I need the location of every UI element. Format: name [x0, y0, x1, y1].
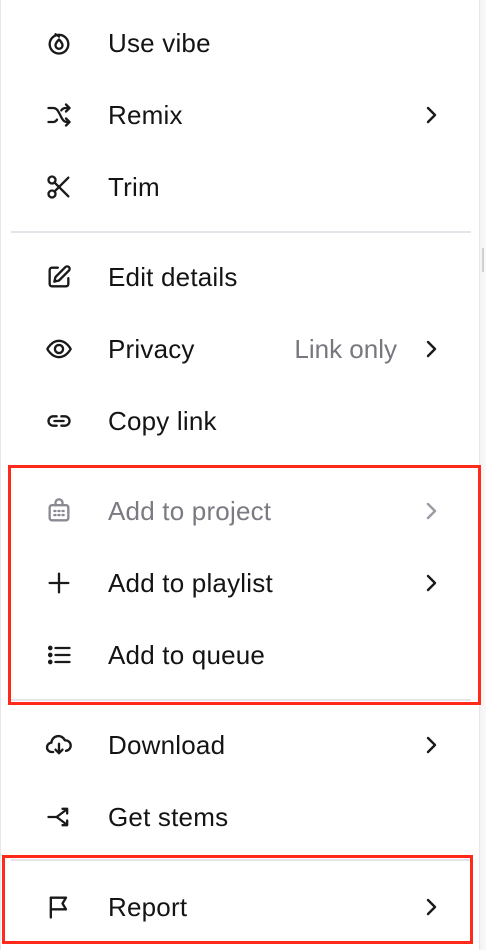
link-icon [41, 403, 77, 439]
menu-item-get-stems[interactable]: Get stems [1, 781, 479, 853]
project-icon [41, 493, 77, 529]
menu-item-report[interactable]: Report [1, 871, 479, 943]
menu-divider [11, 231, 471, 233]
vibe-icon [41, 25, 77, 61]
cloud-download-icon [41, 727, 77, 763]
menu-divider [11, 859, 471, 861]
menu-item-label: Trim [108, 171, 160, 202]
menu-item-trim[interactable]: Trim [1, 151, 479, 223]
page: Use vibe Remix Trim Edit details Privacy… [0, 0, 486, 950]
privacy-value: Link only [294, 333, 397, 364]
chevron-right-icon [419, 499, 443, 523]
menu-item-edit-details[interactable]: Edit details [1, 241, 479, 313]
menu-item-copy-link[interactable]: Copy link [1, 385, 479, 457]
menu-item-label: Report [108, 891, 188, 922]
plus-icon [41, 565, 77, 601]
menu-item-add-to-project[interactable]: Add to project [1, 475, 479, 547]
chevron-right-icon [419, 571, 443, 595]
chevron-right-icon [419, 337, 443, 361]
menu-item-label: Add to project [108, 495, 272, 526]
menu-item-label: Use vibe [108, 27, 211, 58]
menu-item-label: Privacy [108, 333, 195, 364]
scissors-icon [41, 169, 77, 205]
context-menu: Use vibe Remix Trim Edit details Privacy… [0, 0, 480, 950]
menu-item-download[interactable]: Download [1, 709, 479, 781]
menu-item-label: Add to queue [108, 639, 266, 670]
menu-item-use-vibe[interactable]: Use vibe [1, 7, 479, 79]
chevron-right-icon [419, 895, 443, 919]
menu-item-add-to-playlist[interactable]: Add to playlist [1, 547, 479, 619]
menu-divider [11, 465, 471, 467]
menu-item-label: Edit details [108, 261, 238, 292]
menu-item-remix[interactable]: Remix [1, 79, 479, 151]
split-icon [41, 799, 77, 835]
flag-icon [41, 889, 77, 925]
menu-divider [11, 699, 471, 701]
menu-item-add-to-queue[interactable]: Add to queue [1, 619, 479, 691]
menu-item-label: Get stems [108, 801, 229, 832]
shuffle-icon [41, 97, 77, 133]
menu-item-privacy[interactable]: Privacy Link only [1, 313, 479, 385]
pencil-square-icon [41, 259, 77, 295]
menu-item-label: Remix [108, 99, 183, 130]
edge-mark [482, 248, 484, 272]
list-icon [41, 637, 77, 673]
menu-item-label: Download [108, 729, 226, 760]
chevron-right-icon [419, 103, 443, 127]
menu-item-label: Add to playlist [108, 567, 273, 598]
chevron-right-icon [419, 733, 443, 757]
menu-item-label: Copy link [108, 405, 217, 436]
eye-icon [41, 331, 77, 367]
